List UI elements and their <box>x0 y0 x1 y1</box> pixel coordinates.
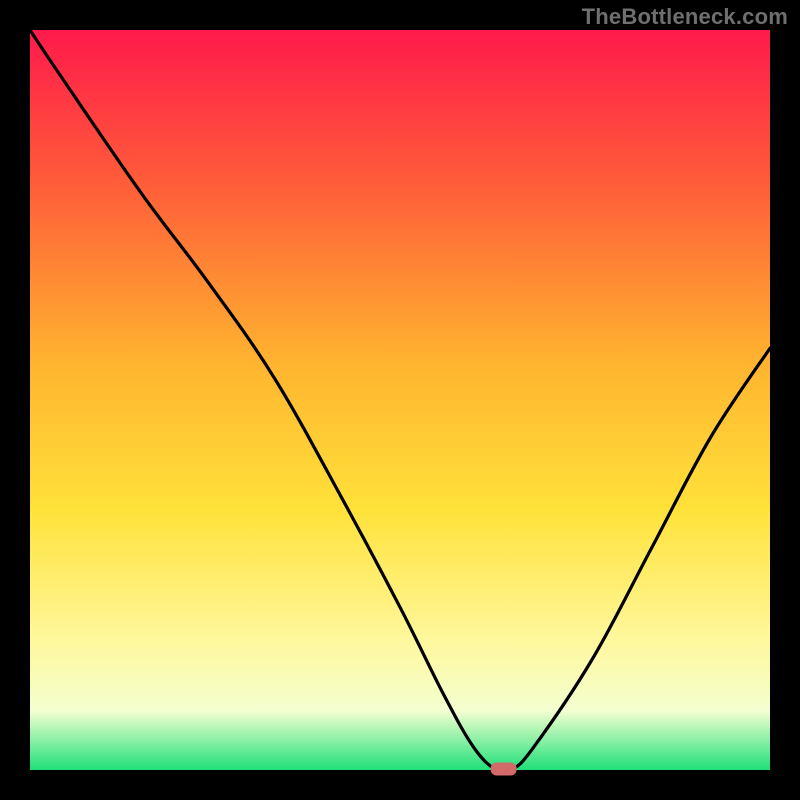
optimal-point-marker[interactable] <box>491 763 517 776</box>
bottleneck-chart <box>0 0 800 800</box>
gradient-background <box>30 30 770 770</box>
source-watermark: TheBottleneck.com <box>582 4 788 30</box>
chart-container: TheBottleneck.com <box>0 0 800 800</box>
